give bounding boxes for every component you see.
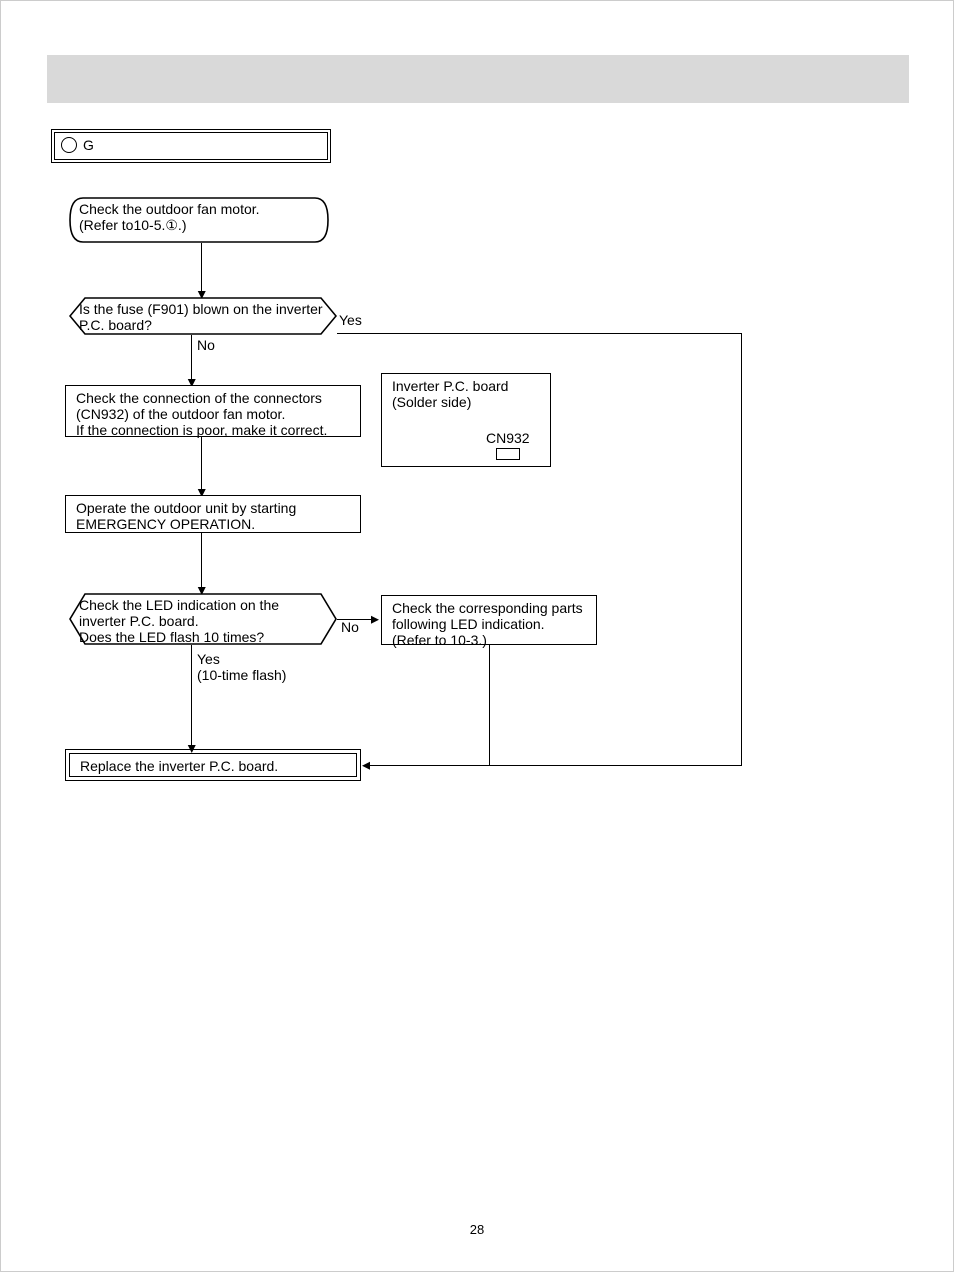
arrow-head-left bbox=[362, 762, 370, 770]
arrow-line bbox=[337, 619, 373, 620]
node-text: Replace the inverter P.C. board. bbox=[80, 758, 278, 774]
section-marker-circle bbox=[61, 137, 77, 153]
arrow-head-right bbox=[371, 616, 379, 624]
arrow-line bbox=[741, 333, 742, 765]
section-title-frame: G bbox=[51, 129, 331, 163]
node-text: Check the corresponding parts following … bbox=[392, 600, 583, 648]
node-text: Operate the outdoor unit by starting EME… bbox=[76, 500, 296, 532]
node-check-connector: Check the connection of the connectors (… bbox=[65, 385, 361, 437]
node-text: Check the outdoor fan motor. (Refer to10… bbox=[79, 201, 319, 233]
pcb-title: Inverter P.C. board (Solder side) bbox=[392, 378, 508, 410]
header-band bbox=[47, 55, 909, 103]
page: G Check the outdoor fan motor. (Refer to… bbox=[0, 0, 954, 1272]
node-text: Is the fuse (F901) blown on the inverter… bbox=[79, 301, 327, 333]
label-yes: Yes bbox=[339, 312, 362, 328]
arrow-line bbox=[337, 333, 741, 334]
arrow-line bbox=[201, 243, 202, 293]
node-fuse-blown-decision: Is the fuse (F901) blown on the inverter… bbox=[69, 297, 337, 335]
arrow-line bbox=[369, 765, 491, 766]
node-led-decision: Check the LED indication on the inverter… bbox=[69, 593, 337, 645]
label-no: No bbox=[197, 337, 215, 353]
pcb-diagram: Inverter P.C. board (Solder side) CN932 bbox=[381, 373, 551, 467]
arrow-line bbox=[191, 645, 192, 747]
node-check-led-table: Check the corresponding parts following … bbox=[381, 595, 597, 645]
node-check-fan-motor: Check the outdoor fan motor. (Refer to10… bbox=[69, 197, 329, 243]
section-marker-letter: G bbox=[83, 137, 94, 153]
pcb-connector-icon bbox=[496, 448, 520, 460]
node-text: Check the LED indication on the inverter… bbox=[79, 597, 327, 645]
arrow-line bbox=[489, 765, 742, 766]
arrow-line bbox=[201, 437, 202, 491]
arrow-line bbox=[201, 533, 202, 589]
node-emergency-operation: Operate the outdoor unit by starting EME… bbox=[65, 495, 361, 533]
page-number: 28 bbox=[1, 1222, 953, 1237]
node-replace-board: Replace the inverter P.C. board. bbox=[69, 753, 357, 777]
label-yes-10-flash: Yes (10-time flash) bbox=[197, 651, 286, 683]
arrow-line bbox=[191, 335, 192, 381]
pcb-connector-label: CN932 bbox=[486, 430, 530, 446]
label-no: No bbox=[341, 619, 359, 635]
arrow-line bbox=[489, 645, 490, 765]
node-text: Check the connection of the connectors (… bbox=[76, 390, 327, 438]
